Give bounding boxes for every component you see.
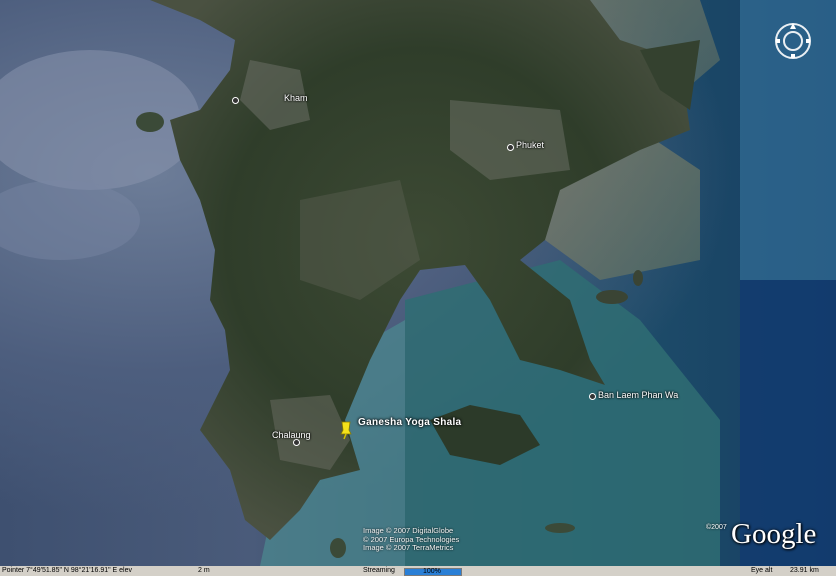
- attribution-line-3: Image © 2007 TerraMetrics: [363, 543, 454, 552]
- status-bar: Pointer 7°49'51.85" N 98°21'16.91" E ele…: [0, 566, 836, 576]
- satellite-map-view[interactable]: Kham Phuket Ban Laem Phan Wa Chalaung Ga…: [0, 0, 836, 576]
- logo-copyright-year: ©2007: [706, 524, 727, 531]
- place-marker-kham[interactable]: [232, 97, 239, 104]
- poi-label-ganesha-yoga-shala[interactable]: Ganesha Yoga Shala: [358, 417, 461, 428]
- compass-icon[interactable]: [774, 22, 812, 60]
- place-label-ban-laem-phan-wa[interactable]: Ban Laem Phan Wa: [598, 390, 678, 400]
- place-label-chalaung[interactable]: Chalaung: [272, 430, 311, 440]
- yellow-pushpin-icon[interactable]: [338, 420, 354, 440]
- terrain-imagery: [0, 0, 836, 566]
- eye-alt-value: 23.91 km: [790, 567, 819, 574]
- place-marker-chalaung[interactable]: [293, 439, 300, 446]
- streaming-percent: 100%: [423, 568, 441, 575]
- place-label-kham[interactable]: Kham: [284, 93, 308, 103]
- place-marker-ban-laem-phan-wa[interactable]: [589, 393, 596, 400]
- pointer-coordinates: Pointer 7°49'51.85" N 98°21'16.91" E ele…: [2, 567, 132, 574]
- streaming-label: Streaming: [363, 567, 395, 574]
- pointer-elevation: 2 m: [198, 567, 210, 574]
- place-marker-phuket[interactable]: [507, 144, 514, 151]
- eye-alt-label: Eye alt: [751, 567, 773, 574]
- imagery-attribution: Image © 2007 DigitalGlobe © 2007 Europa …: [363, 526, 459, 553]
- place-label-phuket[interactable]: Phuket: [516, 140, 544, 150]
- streaming-progress-bar: 100%: [404, 568, 462, 576]
- google-logo: Google: [731, 518, 817, 550]
